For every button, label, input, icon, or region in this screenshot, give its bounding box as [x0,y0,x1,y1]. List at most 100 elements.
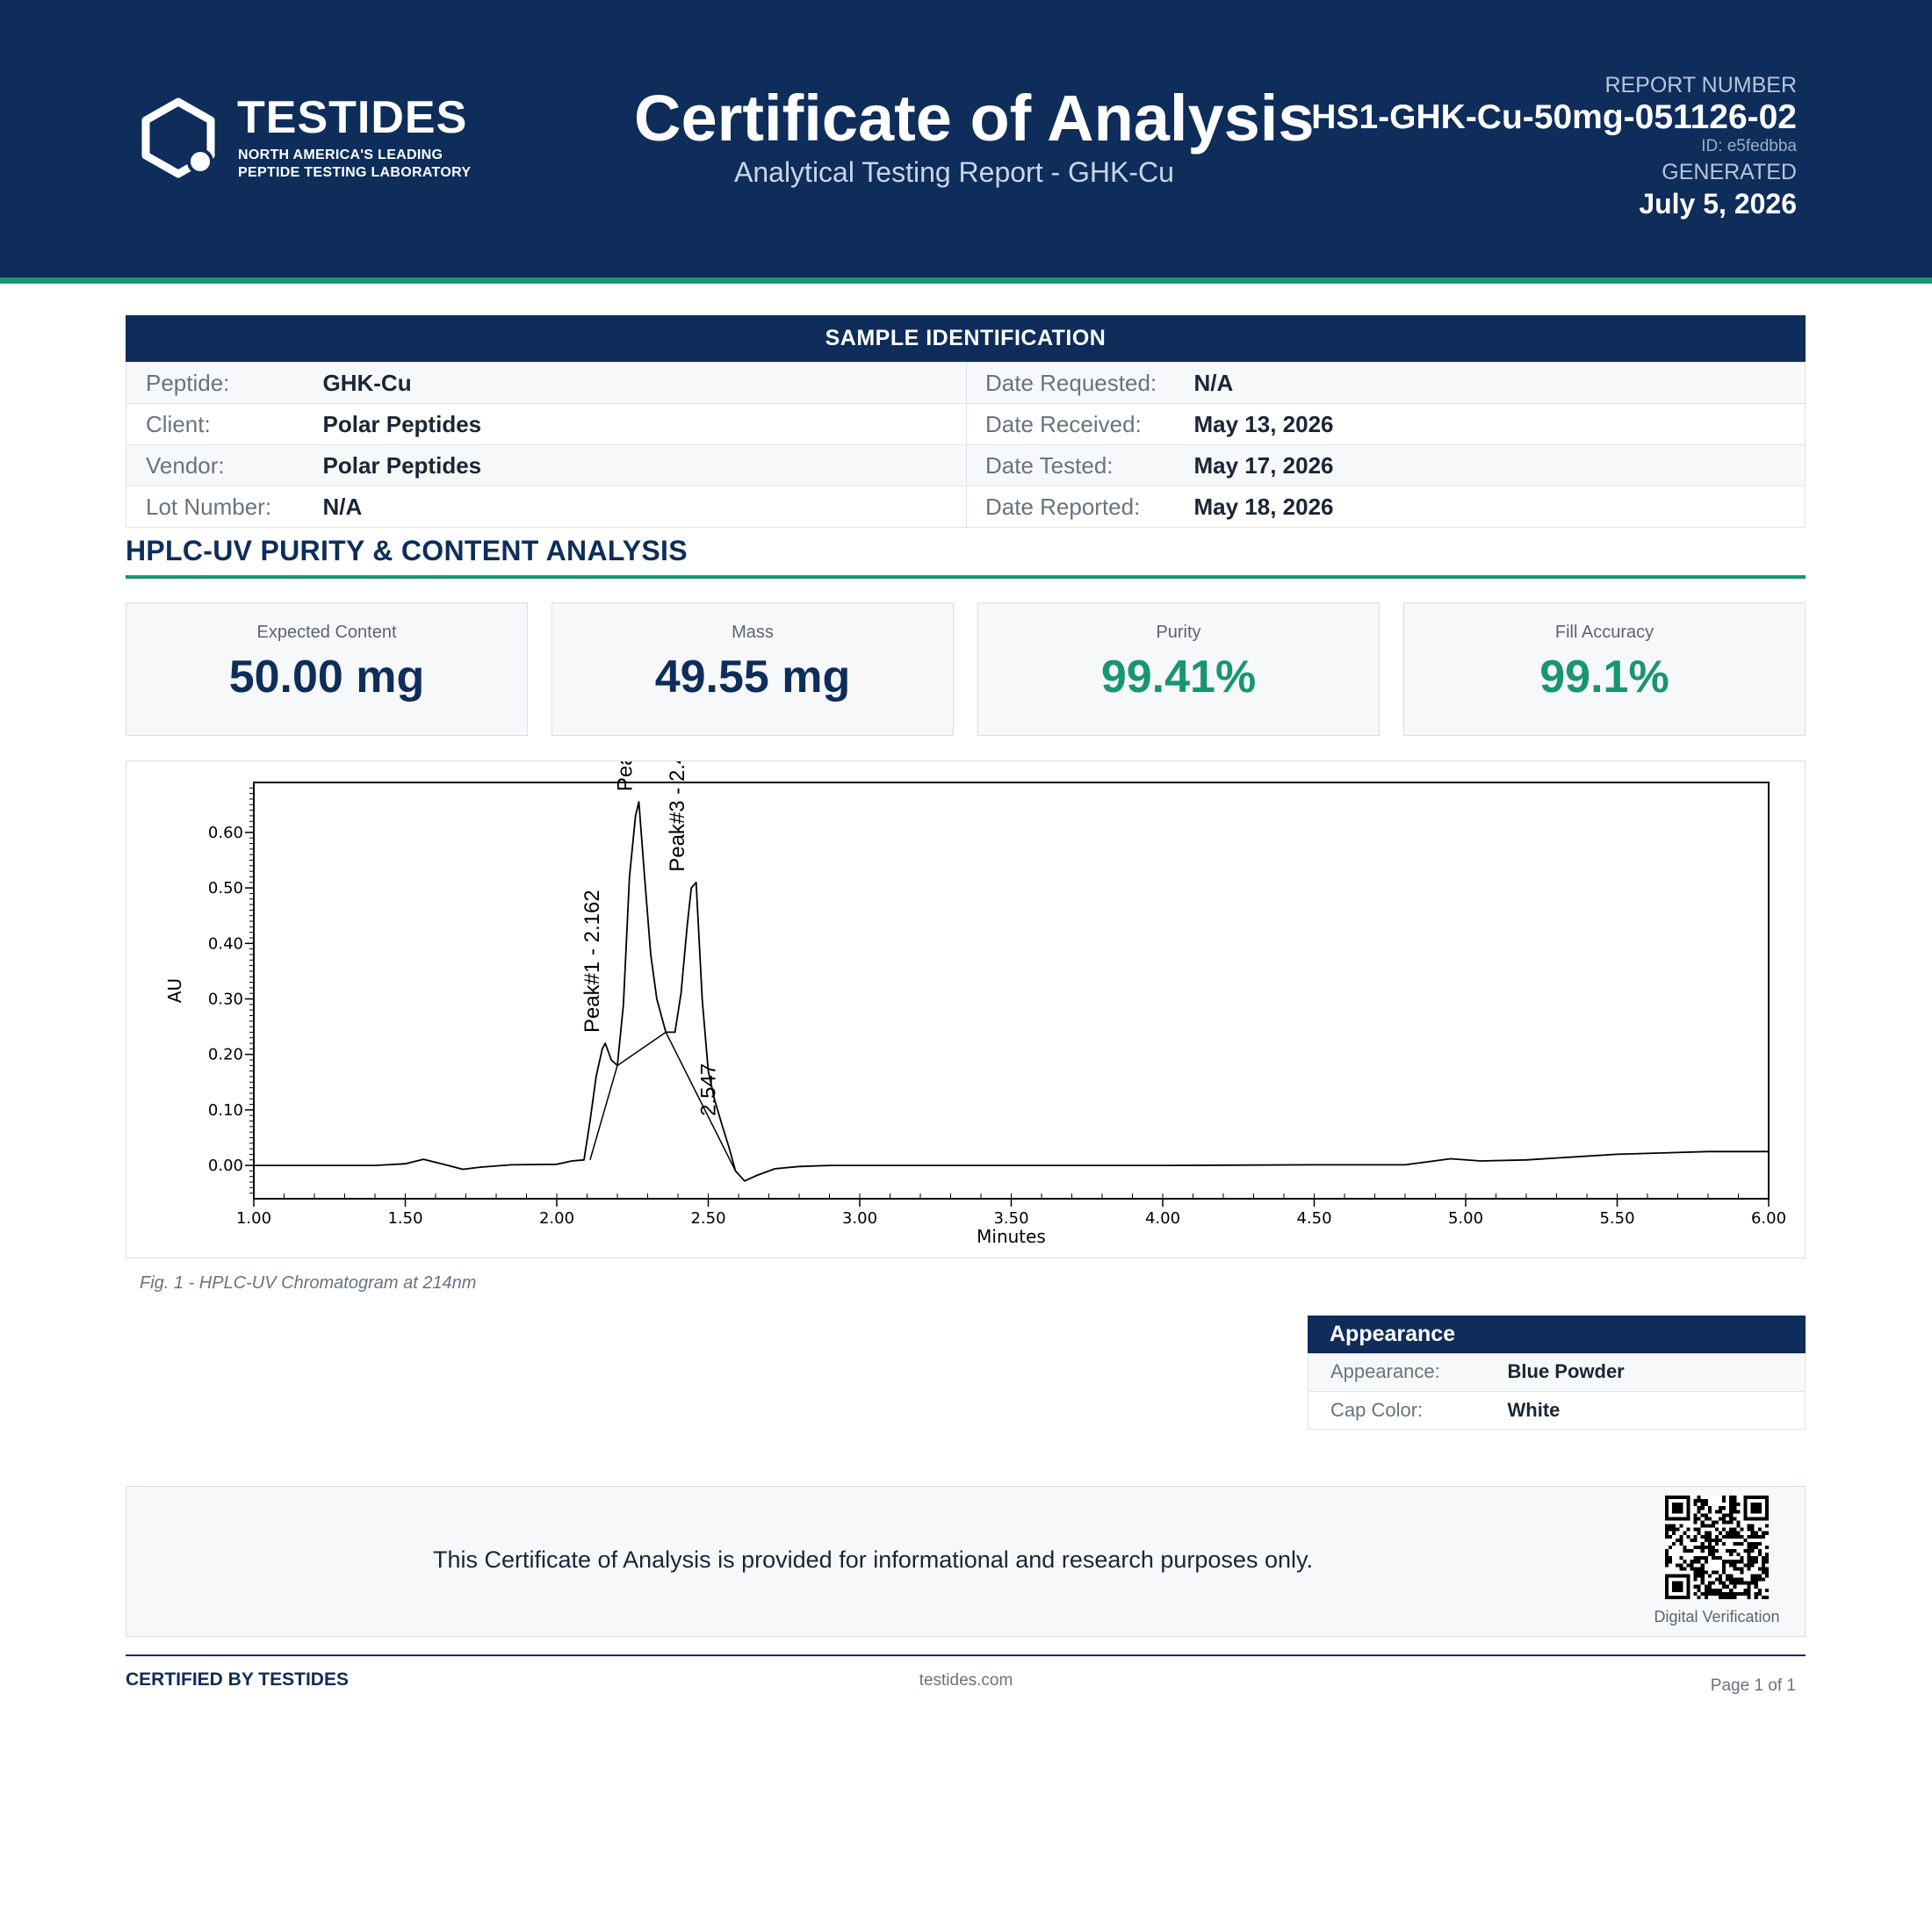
qr-module [1736,1524,1741,1528]
field-value: White [1507,1391,1806,1430]
qr-module [1729,1513,1734,1517]
x-tick-label: 4.50 [1296,1209,1331,1228]
qr-module [1697,1527,1701,1532]
qr-module [1726,1560,1730,1564]
qr-module [1733,1531,1737,1535]
qr-module [1707,1531,1712,1535]
y-tick-label: 0.40 [208,934,243,953]
qr-module [1704,1545,1708,1550]
qr-module [1700,1570,1705,1575]
qr-code-icon[interactable] [1665,1496,1769,1599]
qr-module [1757,1567,1762,1571]
qr-module [1665,1534,1669,1539]
qr-module [1714,1538,1719,1542]
website-link[interactable]: testides.com [0,1671,1932,1690]
qr-module [1733,1584,1737,1589]
header-accent-stripe [0,278,1932,284]
qr-module [1747,1567,1751,1571]
qr-module [1676,1527,1680,1532]
metric-value: 99.1% [1539,652,1669,703]
qr-module [1700,1534,1705,1539]
qr-module [1750,1574,1755,1578]
qr-module [1722,1591,1727,1596]
qr-module [1740,1577,1744,1582]
qr-module [1736,1581,1741,1585]
x-tick-label: 5.50 [1599,1209,1634,1228]
qr-module [1740,1556,1744,1561]
y-tick-label: 0.30 [208,990,243,1008]
qr-module [1729,1560,1734,1564]
qr-module [1726,1549,1730,1554]
x-tick-label: 5.00 [1448,1209,1483,1228]
qr-module [1719,1538,1723,1542]
qr-module [1733,1527,1737,1532]
qr-module [1747,1549,1751,1554]
qr-module [1736,1553,1741,1557]
disclaimer-text: This Certificate of Analysis is provided… [433,1546,1313,1573]
qr-finder-core [1672,1503,1683,1514]
qr-module [1729,1510,1734,1514]
sample-identification-table: Peptide: GHK-Cu Date Requested: N/A Clie… [126,362,1806,528]
qr-module [1700,1524,1705,1528]
qr-module [1750,1577,1755,1582]
qr-module [1707,1538,1712,1542]
qr-module [1714,1591,1719,1596]
qr-module [1736,1577,1741,1582]
metric-card-purity: Purity 99.41% [977,602,1380,736]
qr-module [1747,1553,1751,1557]
qr-module [1719,1531,1723,1535]
qr-module [1697,1588,1701,1592]
metric-value: 99.41% [1100,652,1257,703]
qr-module [1711,1581,1715,1585]
qr-module [1729,1496,1734,1500]
qr-module [1764,1567,1769,1571]
qr-module [1711,1538,1715,1542]
metric-card-fill-accuracy: Fill Accuracy 99.1% [1403,602,1806,736]
report-header: TESTIDES NORTH AMERICA'S LEADING PEPTIDE… [0,0,1932,278]
qr-module [1707,1549,1712,1554]
qr-module [1711,1524,1715,1528]
qr-module [1754,1541,1758,1546]
table-row: Lot Number: N/A Date Reported: May 18, 2… [126,486,1806,528]
qr-module [1722,1499,1727,1503]
field-value: May 13, 2026 [1193,403,1806,445]
qr-module [1729,1553,1734,1557]
qr-module [1700,1574,1705,1578]
qr-module [1679,1563,1683,1568]
sample-identification: SAMPLE IDENTIFICATION Peptide: GHK-Cu Da… [126,315,1806,528]
qr-module [1711,1545,1715,1550]
qr-module [1726,1577,1730,1582]
qr-module [1707,1553,1712,1557]
qr-module [1679,1567,1683,1571]
qr-module [1690,1538,1694,1542]
qr-module [1707,1545,1712,1550]
qr-module [1700,1499,1705,1503]
qr-module [1711,1553,1715,1557]
qr-module [1679,1541,1683,1546]
qr-module [1672,1524,1676,1528]
qr-module [1747,1534,1751,1539]
field-label: Date Received: [966,403,1194,445]
metric-value: 49.55 mg [654,652,851,703]
qr-module [1697,1499,1701,1503]
qr-module [1733,1581,1737,1585]
qr-module [1750,1545,1755,1550]
qr-module [1714,1534,1719,1539]
qr-module [1754,1531,1758,1535]
qr-module [1704,1524,1708,1528]
qr-module [1711,1591,1715,1596]
qr-module [1697,1545,1701,1550]
qr-module [1764,1553,1769,1557]
qr-module [1733,1510,1737,1514]
section-title: HPLC-UV PURITY & CONTENT ANALYSIS [126,535,688,566]
report-info: REPORT NUMBER HS1-GHK-Cu-50mg-051126-02 … [1311,72,1797,221]
qr-module [1700,1567,1705,1571]
peak-baseline [616,1031,667,1066]
qr-module [1700,1520,1705,1525]
qr-module [1711,1520,1715,1525]
qr-module [1722,1584,1727,1589]
qr-module [1722,1570,1727,1575]
peak-label: 2.547 [697,1063,721,1116]
qr-module [1747,1560,1751,1564]
field-label: Date Tested: [966,444,1194,487]
